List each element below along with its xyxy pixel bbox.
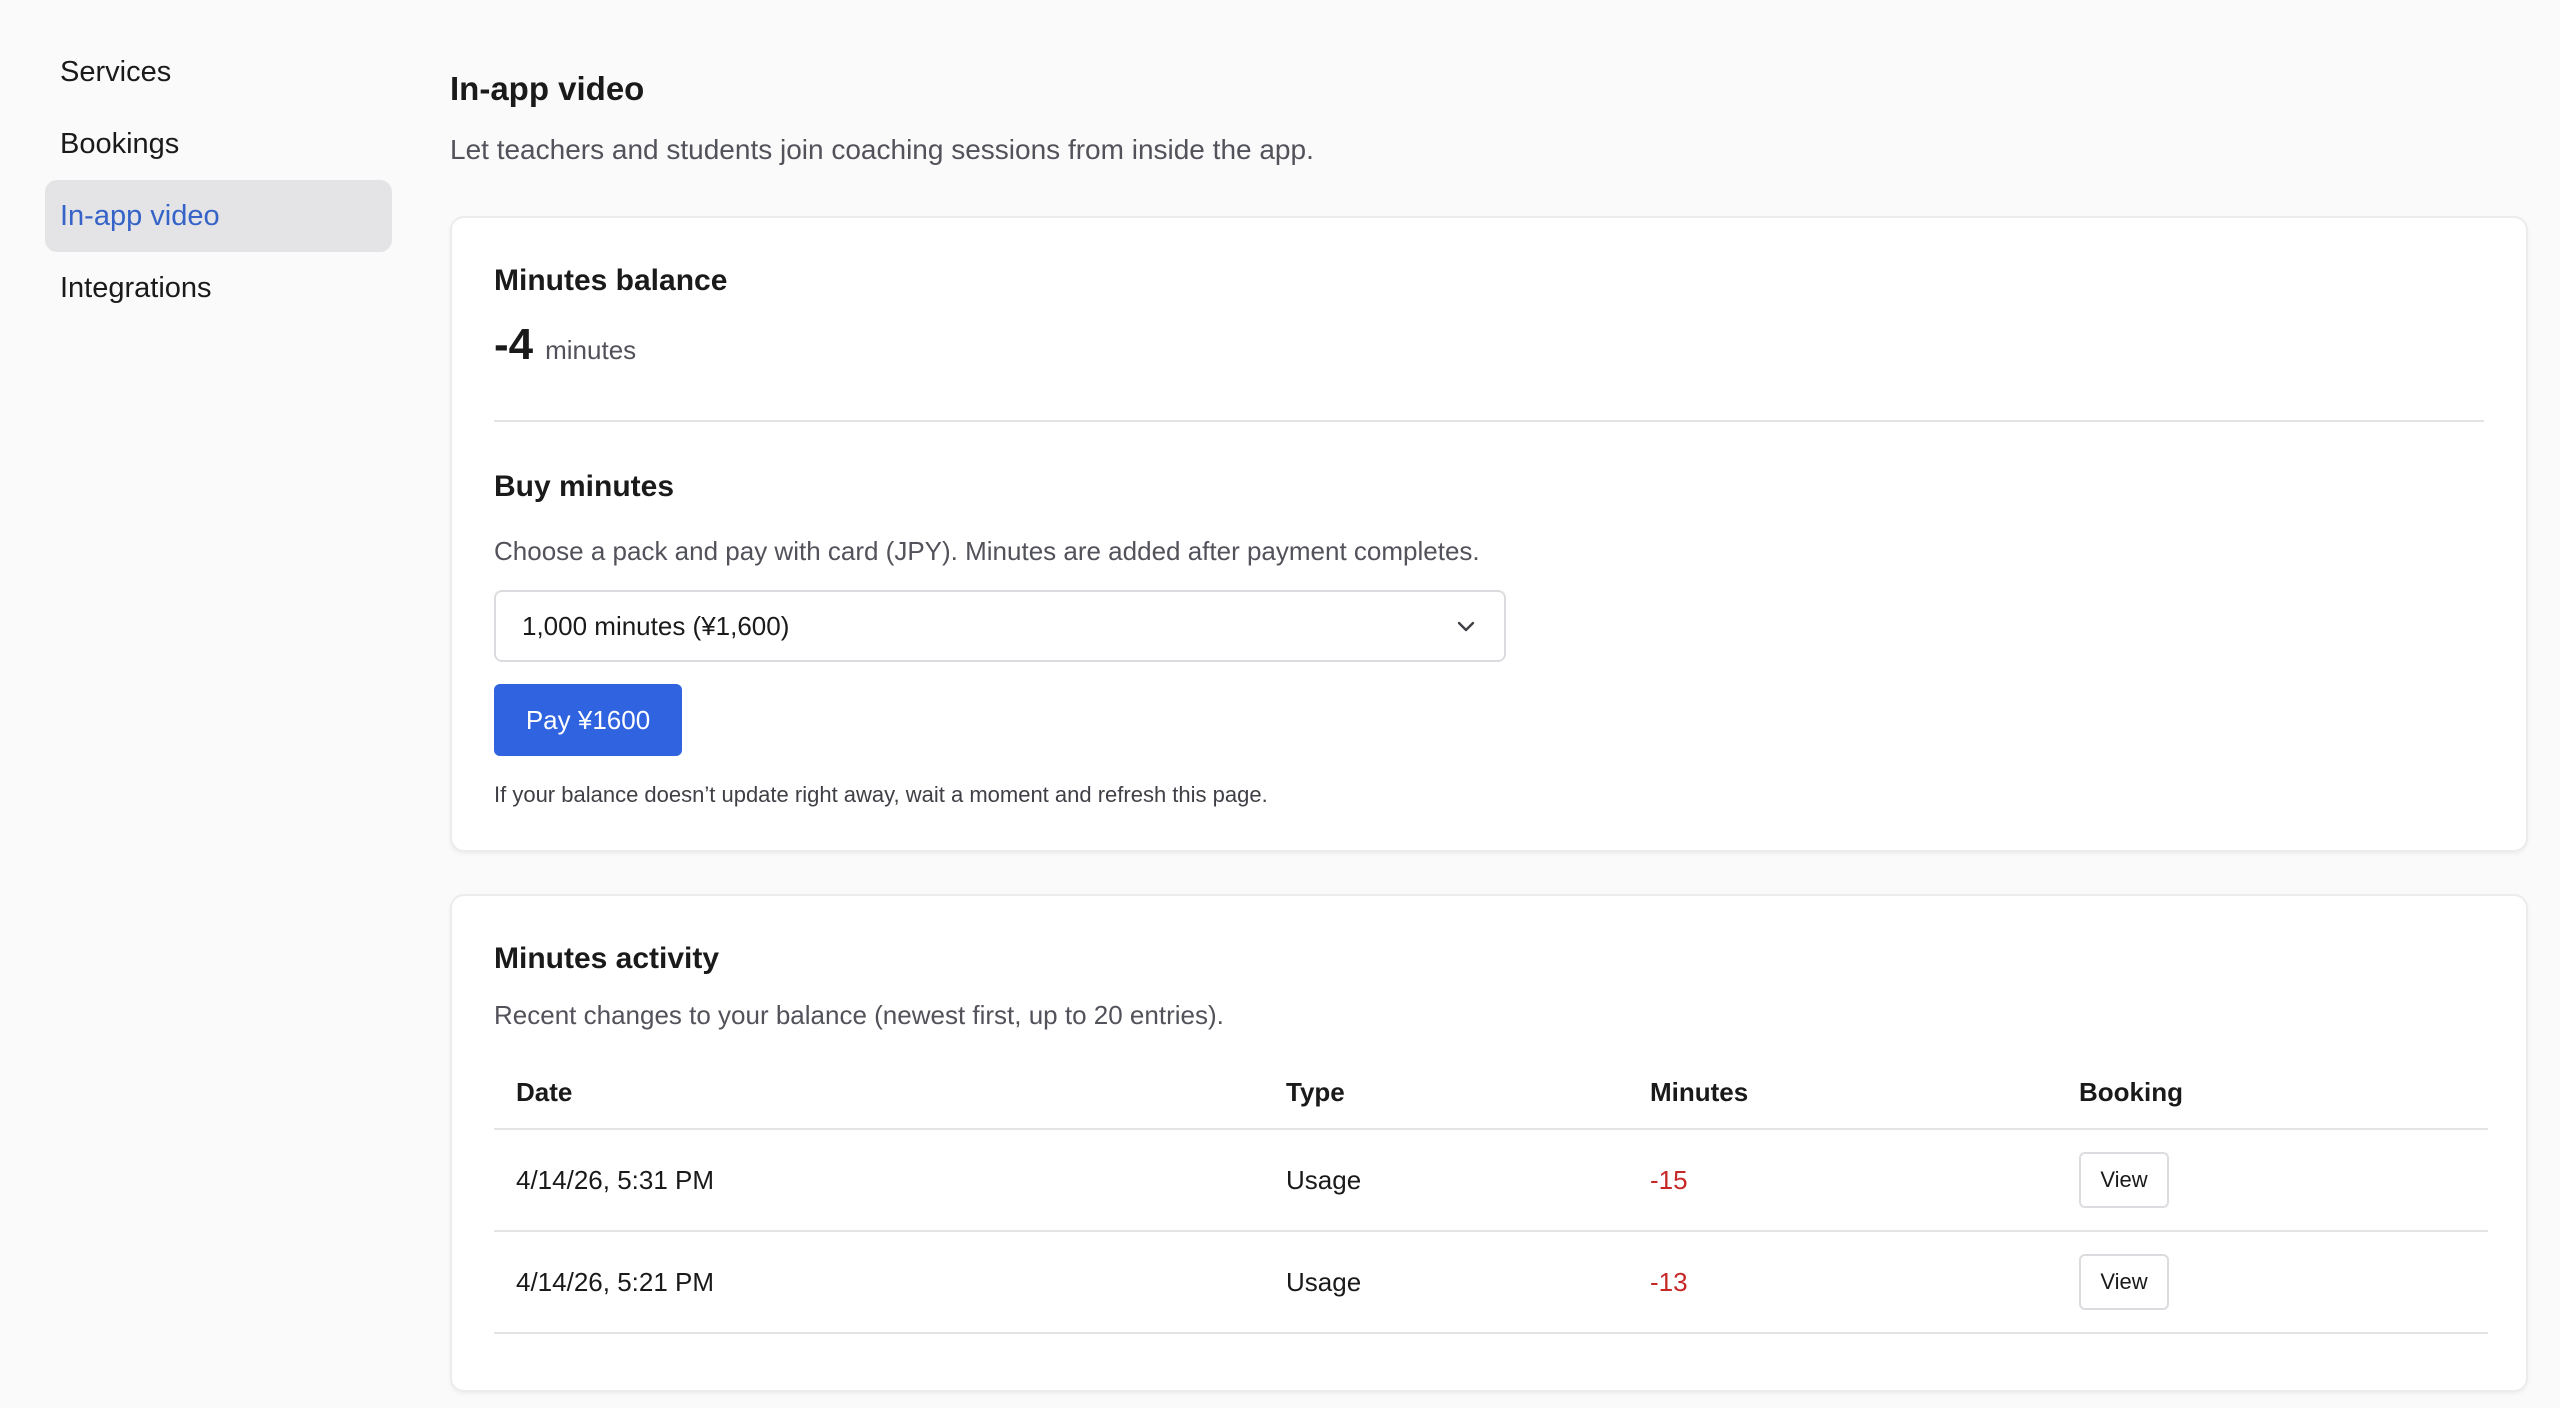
chevron-down-icon: [1457, 621, 1475, 632]
table-row: 4/14/26, 5:31 PM Usage -15 View: [494, 1130, 2488, 1232]
sidebar-item-in-app-video[interactable]: In-app video: [45, 180, 392, 252]
column-header-type: Type: [1286, 1076, 1345, 1107]
table-row: 4/14/26, 5:21 PM Usage -13 View: [494, 1232, 2488, 1334]
row-date: 4/14/26, 5:21 PM: [516, 1266, 715, 1297]
buy-minutes-description: Choose a pack and pay with card (JPY). M…: [494, 536, 1480, 566]
column-header-minutes: Minutes: [1650, 1076, 1749, 1107]
sidebar-item-integrations[interactable]: Integrations: [45, 252, 392, 324]
row-booking: View: [2079, 1232, 2169, 1332]
row-booking: View: [2079, 1130, 2169, 1230]
view-booking-button[interactable]: View: [2079, 1254, 2169, 1310]
sidebar-item-bookings[interactable]: Bookings: [45, 108, 392, 180]
row-type: Usage: [1286, 1164, 1362, 1195]
row-type: Usage: [1286, 1266, 1362, 1297]
balance-unit: minutes: [545, 335, 637, 365]
balance-value: -4: [494, 320, 534, 369]
activity-title: Minutes activity: [494, 942, 720, 975]
page-title: In-app video: [450, 70, 645, 107]
refresh-note: If your balance doesn’t update right awa…: [494, 782, 1268, 807]
table-header: Date Type Minutes Booking: [494, 1056, 2488, 1130]
balance-title: Minutes balance: [494, 264, 728, 297]
row-minutes: -15: [1650, 1164, 1688, 1195]
minutes-activity-card: Minutes activity Recent changes to your …: [450, 894, 2528, 1392]
divider: [494, 420, 2484, 422]
buy-minutes-title: Buy minutes: [494, 470, 675, 503]
pack-select-value: 1,000 minutes (¥1,600): [522, 610, 790, 641]
activity-table: Date Type Minutes Booking 4/14/26, 5:31 …: [494, 1056, 2488, 1334]
balance-display: -4 minutes: [494, 320, 636, 370]
row-minutes: -13: [1650, 1266, 1688, 1297]
page-subtitle: Let teachers and students join coaching …: [450, 134, 1314, 165]
row-date: 4/14/26, 5:31 PM: [516, 1164, 715, 1195]
column-header-date: Date: [516, 1076, 573, 1107]
sidebar: Services Bookings In-app video Integrati…: [45, 36, 392, 324]
minutes-balance-card: Minutes balance -4 minutes Buy minutes C…: [450, 216, 2528, 852]
page: Services Bookings In-app video Integrati…: [0, 0, 2560, 1408]
sidebar-item-services[interactable]: Services: [45, 36, 392, 108]
column-header-booking: Booking: [2079, 1076, 2183, 1107]
view-booking-button[interactable]: View: [2079, 1152, 2169, 1208]
pay-button[interactable]: Pay ¥1600: [494, 684, 682, 756]
pack-select[interactable]: 1,000 minutes (¥1,600): [494, 590, 1506, 662]
activity-description: Recent changes to your balance (newest f…: [494, 1000, 1224, 1030]
